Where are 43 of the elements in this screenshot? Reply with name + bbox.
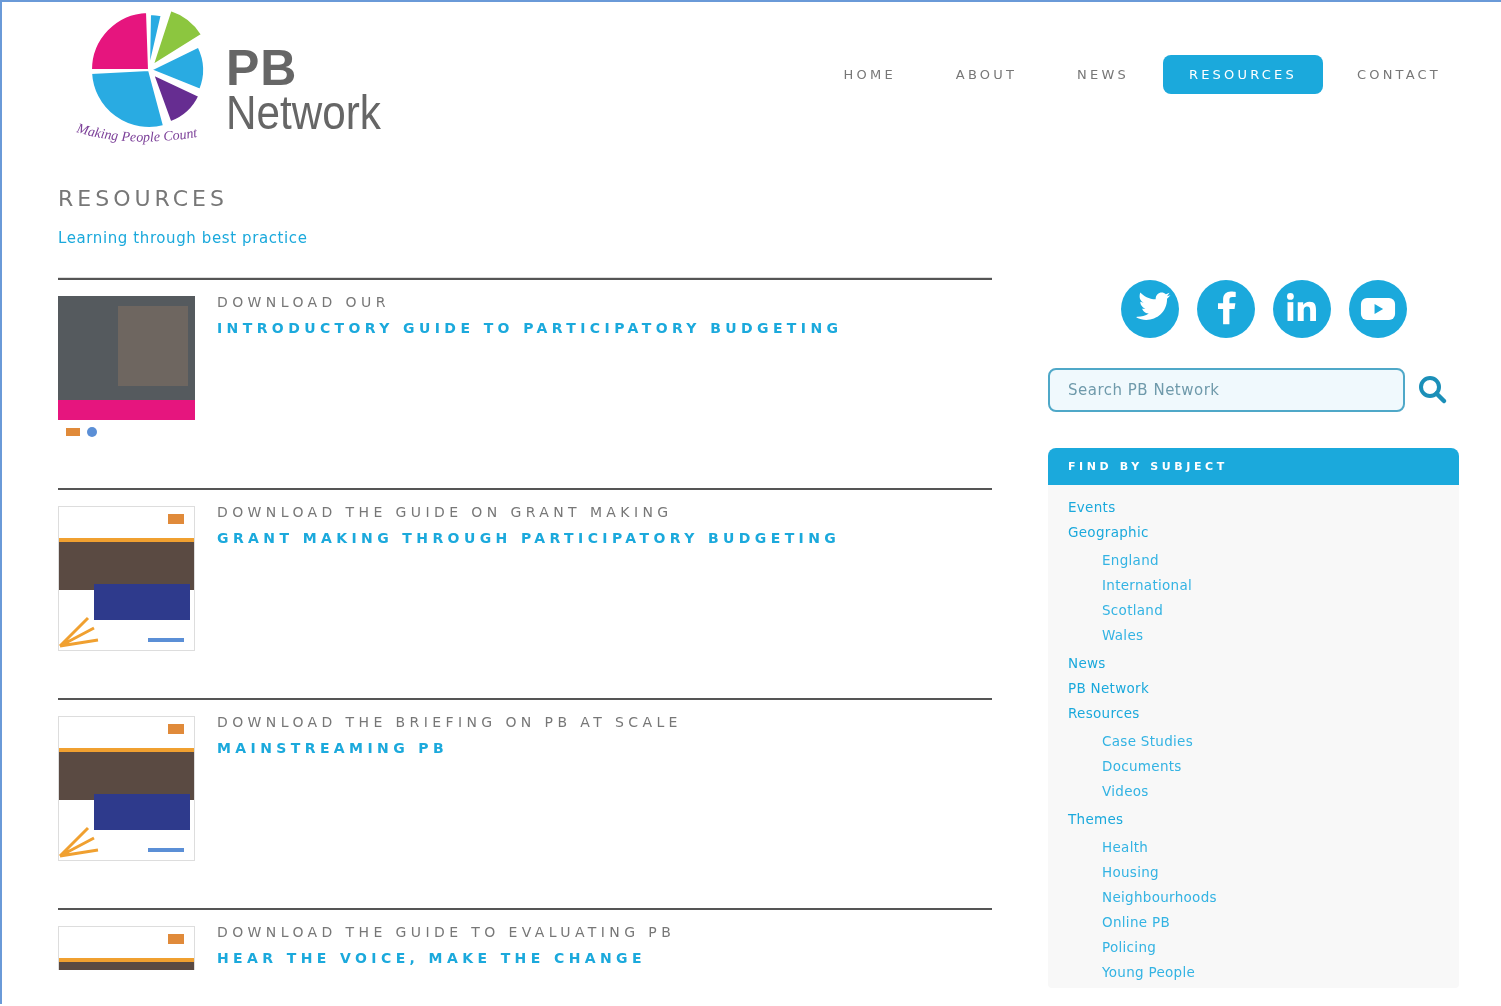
subject-link[interactable]: Housing — [1102, 860, 1159, 885]
subject-link[interactable]: Online PB — [1102, 910, 1170, 935]
twitter-bird-icon[interactable] — [1120, 280, 1179, 338]
resource-link[interactable]: GRANT MAKING THROUGH PARTICIPATORY BUDGETING — [217, 530, 841, 546]
video-play-icon[interactable] — [1348, 280, 1407, 338]
nav-link[interactable]: ABOUT — [929, 55, 1044, 94]
nav-link[interactable]: CONTACT — [1330, 55, 1467, 94]
resource-heading: DOWNLOAD THE GUIDE ON GRANT MAKING — [217, 504, 674, 520]
subject-link[interactable]: Themes — [1068, 807, 1124, 832]
page-title: RESOURCES — [58, 186, 229, 211]
subject-link[interactable]: England — [1102, 548, 1159, 573]
resource-link[interactable]: MAINSTREAMING PB — [217, 740, 449, 756]
nav-link[interactable]: HOME — [817, 55, 922, 94]
nav-link[interactable]: RESOURCES — [1162, 55, 1323, 94]
facebook-icon[interactable] — [1196, 280, 1255, 338]
resource-link[interactable]: HEAR THE VOICE, MAKE THE CHANGE — [217, 950, 646, 966]
subject-link[interactable]: Health — [1102, 835, 1149, 860]
subject-link[interactable]: Documents — [1102, 754, 1182, 779]
page-subtitle[interactable]: Learning through best practice — [58, 229, 308, 247]
subject-link[interactable]: Case Studies — [1102, 729, 1193, 754]
search-field[interactable]: Search PB Network — [1048, 368, 1405, 412]
resource-heading: DOWNLOAD OUR — [217, 294, 391, 310]
subject-link[interactable]: International — [1102, 573, 1193, 598]
linkedin-icon[interactable] — [1272, 280, 1331, 338]
subject-link[interactable]: PB Network — [1068, 676, 1150, 701]
panel-heading: FIND BY SUBJECT — [1048, 448, 1459, 485]
subject-link[interactable]: Policing — [1102, 935, 1157, 960]
subject-link[interactable]: Scotland — [1102, 598, 1164, 623]
resource-heading: DOWNLOAD THE GUIDE TO EVALUATING PB — [217, 924, 676, 940]
subject-link[interactable]: News — [1068, 651, 1106, 676]
logo-name: Network — [226, 90, 381, 136]
nav-link[interactable]: NEWS — [1051, 55, 1155, 94]
resource-link[interactable]: INTRODUCTORY GUIDE TO PARTICIPATORY BUDGETING — [217, 320, 843, 336]
subject-link[interactable]: Resources — [1068, 701, 1140, 726]
resource-heading: DOWNLOAD THE BRIEFING ON PB AT SCALE — [217, 714, 682, 730]
subject-link[interactable]: Videos — [1102, 779, 1149, 804]
subject-link[interactable]: Events — [1068, 495, 1116, 520]
subject-link[interactable]: Geographic — [1068, 520, 1149, 545]
logo-tagline: Making People Count — [75, 120, 199, 145]
subject-link[interactable]: Young People — [1102, 960, 1196, 985]
logo-initials: PB — [226, 46, 298, 90]
subject-link[interactable]: Wales — [1102, 623, 1144, 648]
subject-link[interactable]: Neighbourhoods — [1102, 885, 1217, 910]
